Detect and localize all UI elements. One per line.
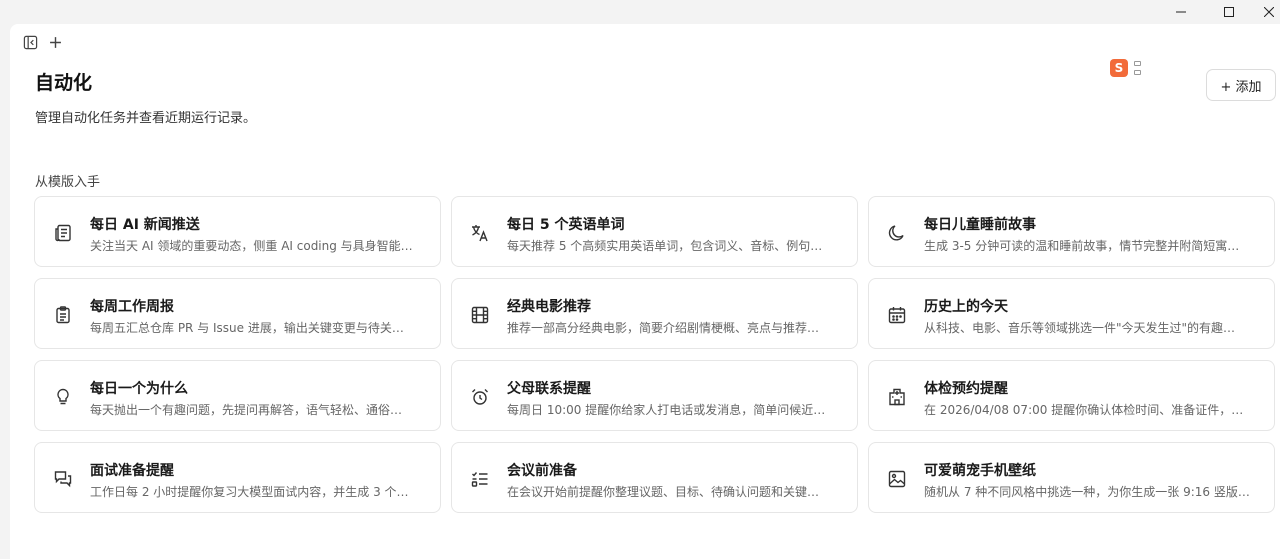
close-button[interactable] bbox=[1254, 0, 1280, 24]
template-card-english-words[interactable]: 每日 5 个英语单词 每天推荐 5 个高频实用英语单词，包含词义、音标、例句… bbox=[451, 196, 858, 267]
hospital-icon bbox=[886, 386, 908, 408]
checklist-icon bbox=[469, 468, 491, 490]
card-title: 会议前准备 bbox=[507, 463, 577, 479]
template-card-classic-movie[interactable]: 经典电影推荐 推荐一部高分经典电影，简要介绍剧情梗概、亮点与推荐… bbox=[451, 278, 858, 349]
card-description: 每周五汇总仓库 PR 与 Issue 进展，输出关键变更与待关… bbox=[90, 321, 404, 335]
add-button[interactable]: + 添加 bbox=[1206, 69, 1276, 101]
app-badge: S bbox=[1110, 57, 1160, 79]
moon-icon bbox=[886, 222, 908, 244]
card-description: 在会议开始前提醒你整理议题、目标、待确认问题和关键… bbox=[507, 485, 820, 499]
template-card-bedtime-story[interactable]: 每日儿童睡前故事 生成 3-5 分钟可读的温和睡前故事，情节完整并附简短寓… bbox=[868, 196, 1275, 267]
card-title: 面试准备提醒 bbox=[90, 463, 174, 479]
translate-icon bbox=[469, 222, 491, 244]
maximize-button[interactable] bbox=[1206, 0, 1252, 24]
lightbulb-icon bbox=[52, 386, 74, 408]
page-title: 自动化 bbox=[35, 72, 93, 94]
card-title: 可爱萌宠手机壁纸 bbox=[924, 463, 1036, 479]
card-title: 父母联系提醒 bbox=[507, 381, 591, 397]
main-content: 自动化 管理自动化任务并查看近期运行记录。 S + 添加 从模版入手 每日 AI… bbox=[10, 24, 1280, 559]
template-card-ai-news[interactable]: 每日 AI 新闻推送 关注当天 AI 领域的重要动态，侧重 AI coding … bbox=[34, 196, 441, 267]
clipboard-icon bbox=[52, 304, 74, 326]
sidebar-collapse-icon bbox=[23, 35, 37, 49]
template-card-daily-why[interactable]: 每日一个为什么 每天抛出一个有趣问题，先提问再解答，语气轻松、通俗… bbox=[34, 360, 441, 431]
sogou-logo-icon: S bbox=[1110, 59, 1128, 77]
card-description: 随机从 7 种不同风格中挑选一种，为你生成一张 9:16 竖版… bbox=[924, 485, 1250, 499]
template-card-pet-wallpaper[interactable]: 可爱萌宠手机壁纸 随机从 7 种不同风格中挑选一种，为你生成一张 9:16 竖版… bbox=[868, 442, 1275, 513]
card-title: 每日一个为什么 bbox=[90, 381, 188, 397]
page-subtitle: 管理自动化任务并查看近期运行记录。 bbox=[35, 111, 257, 126]
card-title: 每日儿童睡前故事 bbox=[924, 217, 1036, 233]
template-card-weekly-report[interactable]: 每周工作周报 每周五汇总仓库 PR 与 Issue 进展，输出关键变更与待关… bbox=[34, 278, 441, 349]
card-title: 历史上的今天 bbox=[924, 299, 1008, 315]
card-description: 从科技、电影、音乐等领域挑选一件"今天发生过"的有趣… bbox=[924, 321, 1236, 335]
plus-icon bbox=[49, 36, 61, 48]
card-description: 每天推荐 5 个高频实用英语单词，包含词义、音标、例句… bbox=[507, 239, 823, 253]
new-tab-button[interactable] bbox=[45, 32, 65, 52]
film-icon bbox=[469, 304, 491, 326]
card-description: 工作日每 2 小时提醒你复习大模型面试内容，并生成 3 个… bbox=[90, 485, 409, 499]
template-card-meeting-prep[interactable]: 会议前准备 在会议开始前提醒你整理议题、目标、待确认问题和关键… bbox=[451, 442, 858, 513]
section-label: 从模版入手 bbox=[35, 175, 101, 190]
card-description: 生成 3-5 分钟可读的温和睡前故事，情节完整并附简短寓… bbox=[924, 239, 1240, 253]
status-bars-icon bbox=[1134, 61, 1141, 75]
card-description: 每天抛出一个有趣问题，先提问再解答，语气轻松、通俗… bbox=[90, 403, 403, 417]
card-description: 推荐一部高分经典电影，简要介绍剧情梗概、亮点与推荐… bbox=[507, 321, 820, 335]
maximize-icon bbox=[1224, 7, 1234, 17]
minimize-icon bbox=[1176, 11, 1186, 13]
card-description: 关注当天 AI 领域的重要动态，侧重 AI coding 与具身智能… bbox=[90, 239, 413, 253]
template-card-checkup-reminder[interactable]: 体检预约提醒 在 2026/04/08 07:00 提醒你确认体检时间、准备证件… bbox=[868, 360, 1275, 431]
card-title: 经典电影推荐 bbox=[507, 299, 591, 315]
title-bar bbox=[0, 0, 1280, 24]
newspaper-icon bbox=[52, 222, 74, 244]
template-card-today-in-history[interactable]: 历史上的今天 从科技、电影、音乐等领域挑选一件"今天发生过"的有趣… bbox=[868, 278, 1275, 349]
template-card-parent-contact[interactable]: 父母联系提醒 每周日 10:00 提醒你给家人打电话或发消息，简单问候近… bbox=[451, 360, 858, 431]
card-description: 在 2026/04/08 07:00 提醒你确认体检时间、准备证件，并… bbox=[924, 403, 1254, 417]
template-grid: 每日 AI 新闻推送 关注当天 AI 领域的重要动态，侧重 AI coding … bbox=[34, 196, 1275, 513]
card-title: 体检预约提醒 bbox=[924, 381, 1008, 397]
calendar-icon bbox=[886, 304, 908, 326]
close-icon bbox=[1264, 7, 1274, 17]
minimize-button[interactable] bbox=[1158, 0, 1204, 24]
alarm-clock-icon bbox=[469, 386, 491, 408]
card-title: 每日 AI 新闻推送 bbox=[90, 217, 200, 233]
chat-bubbles-icon bbox=[52, 468, 74, 490]
template-card-interview-prep[interactable]: 面试准备提醒 工作日每 2 小时提醒你复习大模型面试内容，并生成 3 个… bbox=[34, 442, 441, 513]
image-icon bbox=[886, 468, 908, 490]
card-description: 每周日 10:00 提醒你给家人打电话或发消息，简单问候近… bbox=[507, 403, 826, 417]
sidebar-toggle-button[interactable] bbox=[20, 32, 40, 52]
card-title: 每日 5 个英语单词 bbox=[507, 217, 625, 233]
card-title: 每周工作周报 bbox=[90, 299, 174, 315]
